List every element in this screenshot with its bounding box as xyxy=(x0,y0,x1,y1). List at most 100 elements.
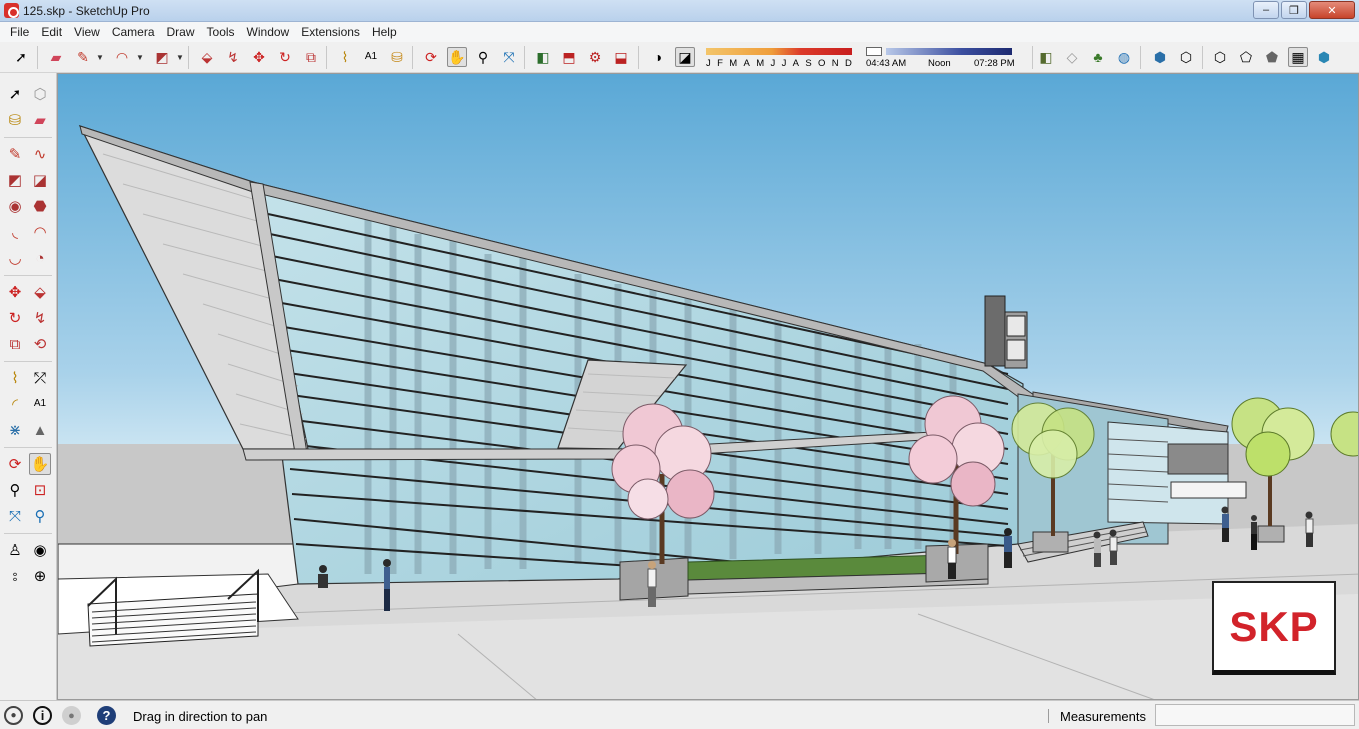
position-camera-tool-icon[interactable]: ♙ xyxy=(4,539,26,561)
top-view-icon[interactable]: ⬡ xyxy=(1176,47,1196,67)
pencil-line-tool-icon[interactable]: ✎ xyxy=(73,47,93,67)
model-viewport[interactable]: SKP xyxy=(57,73,1359,700)
month-label: A xyxy=(743,58,750,69)
arc-tool-icon[interactable]: ◠ xyxy=(112,47,132,67)
paint-bucket-tool-icon[interactable]: ⛁ xyxy=(387,47,407,67)
person-figure xyxy=(1305,511,1314,547)
text-tool-icon[interactable]: A1 xyxy=(29,393,51,415)
sketchup-app-icon[interactable] xyxy=(4,3,19,18)
make-component-icon[interactable]: ⬡ xyxy=(29,83,51,105)
arc-tool-icon[interactable]: ◟ xyxy=(4,221,26,243)
walk-tool-icon[interactable]: ⦂ xyxy=(4,565,26,587)
month-label: J xyxy=(706,58,711,69)
menu-tools[interactable]: Tools xyxy=(201,23,241,41)
rotated-rectangle-tool-icon[interactable]: ◪ xyxy=(29,169,51,191)
protractor-tool-icon[interactable]: ◜ xyxy=(4,393,26,415)
share-model-icon[interactable]: ⬒ xyxy=(559,47,579,67)
rotate-tool-icon[interactable]: ↻ xyxy=(275,47,295,67)
pie-tool-icon[interactable]: ◔ xyxy=(29,247,51,269)
freehand-tool-icon[interactable]: ∿ xyxy=(29,143,51,165)
toolbar-separator xyxy=(4,361,52,362)
axes-tool-icon[interactable]: ⋇ xyxy=(4,419,26,441)
3d-warehouse-icon[interactable]: ◧ xyxy=(533,47,553,67)
rotate-tool-icon[interactable]: ↻ xyxy=(4,307,26,329)
paint-bucket-tool-icon[interactable]: ⛁ xyxy=(4,109,26,131)
shadow-settings-icon[interactable]: ◪ xyxy=(675,47,695,67)
shadow-time-slider-handle[interactable] xyxy=(866,47,882,56)
tape-measure-tool-icon[interactable]: ⌇ xyxy=(335,47,355,67)
zoom-tool-icon[interactable]: ⚲ xyxy=(4,479,26,501)
shaded-with-textures-style-icon[interactable]: ⬢ xyxy=(1314,47,1334,67)
3d-text-tool-icon[interactable]: ▲ xyxy=(29,419,51,441)
menu-help[interactable]: Help xyxy=(366,23,403,41)
line-tools-dropdown-icon[interactable]: ▼ xyxy=(96,53,104,62)
pan-tool-icon[interactable]: ✋ xyxy=(29,453,51,475)
menu-view[interactable]: View xyxy=(68,23,106,41)
instructor-help-icon[interactable]: ? xyxy=(97,706,116,725)
close-button[interactable]: ✕ xyxy=(1309,1,1355,19)
zoom-extents-tool-icon[interactable]: ⤧ xyxy=(499,47,519,67)
scale-tool-icon[interactable]: ⧉ xyxy=(301,47,321,67)
zoom-tool-icon[interactable]: ⚲ xyxy=(473,47,493,67)
maximize-button[interactable]: ❐ xyxy=(1281,1,1307,19)
eraser-tool-icon[interactable]: ▰ xyxy=(29,109,51,131)
menu-extensions[interactable]: Extensions xyxy=(295,23,366,41)
look-around-tool-icon[interactable]: ◉ xyxy=(29,539,51,561)
measurements-input[interactable] xyxy=(1155,704,1355,726)
follow-me-tool-icon[interactable]: ↯ xyxy=(29,307,51,329)
zoom-window-tool-icon[interactable]: ⊡ xyxy=(29,479,51,501)
follow-me-tool-icon[interactable]: ↯ xyxy=(223,47,243,67)
shaded-style-icon[interactable]: ▦ xyxy=(1288,47,1308,67)
polygon-tool-icon[interactable]: ⬣ xyxy=(29,195,51,217)
menu-window[interactable]: Window xyxy=(241,23,296,41)
xray-style-icon[interactable]: ⬡ xyxy=(1210,47,1230,67)
user-account-icon[interactable]: ● xyxy=(62,706,81,725)
line-tool-icon[interactable]: ✎ xyxy=(4,143,26,165)
geo-location-icon[interactable]: ◍ xyxy=(1114,47,1134,67)
add-location-icon[interactable]: ♣ xyxy=(1088,47,1108,67)
menu-draw[interactable]: Draw xyxy=(161,23,201,41)
wireframe-style-icon[interactable]: ⬠ xyxy=(1236,47,1256,67)
text-tool-icon[interactable]: A1 xyxy=(361,47,381,67)
circle-tool-icon[interactable]: ◉ xyxy=(4,195,26,217)
geo-location-status-icon[interactable]: ● xyxy=(4,706,23,725)
shadow-time-slider[interactable] xyxy=(886,48,1012,55)
select-tool-icon[interactable]: ➚ xyxy=(11,47,31,67)
layout-send-icon[interactable]: ⬓ xyxy=(611,47,631,67)
rectangle-tool-icon[interactable]: ◩ xyxy=(4,169,26,191)
eraser-tool-icon[interactable]: ▰ xyxy=(46,47,66,67)
dimension-tool-icon[interactable]: ⤱ xyxy=(29,367,51,389)
push-pull-tool-icon[interactable]: ⬙ xyxy=(29,281,51,303)
select-tool-icon[interactable]: ➚ xyxy=(4,83,26,105)
iso-view-icon[interactable]: ⬢ xyxy=(1150,47,1170,67)
extension-warehouse-icon[interactable]: ⚙ xyxy=(585,47,605,67)
move-tool-icon[interactable]: ✥ xyxy=(249,47,269,67)
shape-tools-dropdown-icon[interactable]: ▼ xyxy=(176,53,184,62)
move-tool-icon[interactable]: ✥ xyxy=(4,281,26,303)
display-shadows-icon[interactable]: ◑ xyxy=(648,47,668,67)
zoom-extents-tool-icon[interactable]: ⤧ xyxy=(4,505,26,527)
tape-measure-tool-icon[interactable]: ⌇ xyxy=(4,367,26,389)
hidden-line-style-icon[interactable]: ⬟ xyxy=(1262,47,1282,67)
shadow-month-slider[interactable] xyxy=(706,48,852,55)
pan-tool-icon[interactable]: ✋ xyxy=(447,47,467,67)
tower-window xyxy=(1006,339,1026,361)
section-plane-tool-icon[interactable]: ◧ xyxy=(1036,47,1056,67)
push-pull-tool-icon[interactable]: ⬙ xyxy=(197,47,217,67)
menu-file[interactable]: File xyxy=(4,23,35,41)
menu-edit[interactable]: Edit xyxy=(35,23,68,41)
minimize-button[interactable]: – xyxy=(1253,1,1279,19)
display-section-planes-icon[interactable]: ◇ xyxy=(1062,47,1082,67)
arc-tools-dropdown-icon[interactable]: ▼ xyxy=(136,53,144,62)
two-point-arc-tool-icon[interactable]: ◠ xyxy=(29,221,51,243)
orbit-tool-icon[interactable]: ⟳ xyxy=(4,453,26,475)
orbit-tool-icon[interactable]: ⟳ xyxy=(421,47,441,67)
menu-camera[interactable]: Camera xyxy=(106,23,161,41)
offset-tool-icon[interactable]: ⟲ xyxy=(29,333,51,355)
previous-view-icon[interactable]: ⚲ xyxy=(29,505,51,527)
rectangle-tool-icon[interactable]: ◩ xyxy=(152,47,172,67)
credits-info-icon[interactable]: i xyxy=(33,706,52,725)
scale-tool-icon[interactable]: ⧉ xyxy=(4,333,26,355)
section-plane-tool-icon[interactable]: ⊕ xyxy=(29,565,51,587)
three-point-arc-tool-icon[interactable]: ◡ xyxy=(4,247,26,269)
